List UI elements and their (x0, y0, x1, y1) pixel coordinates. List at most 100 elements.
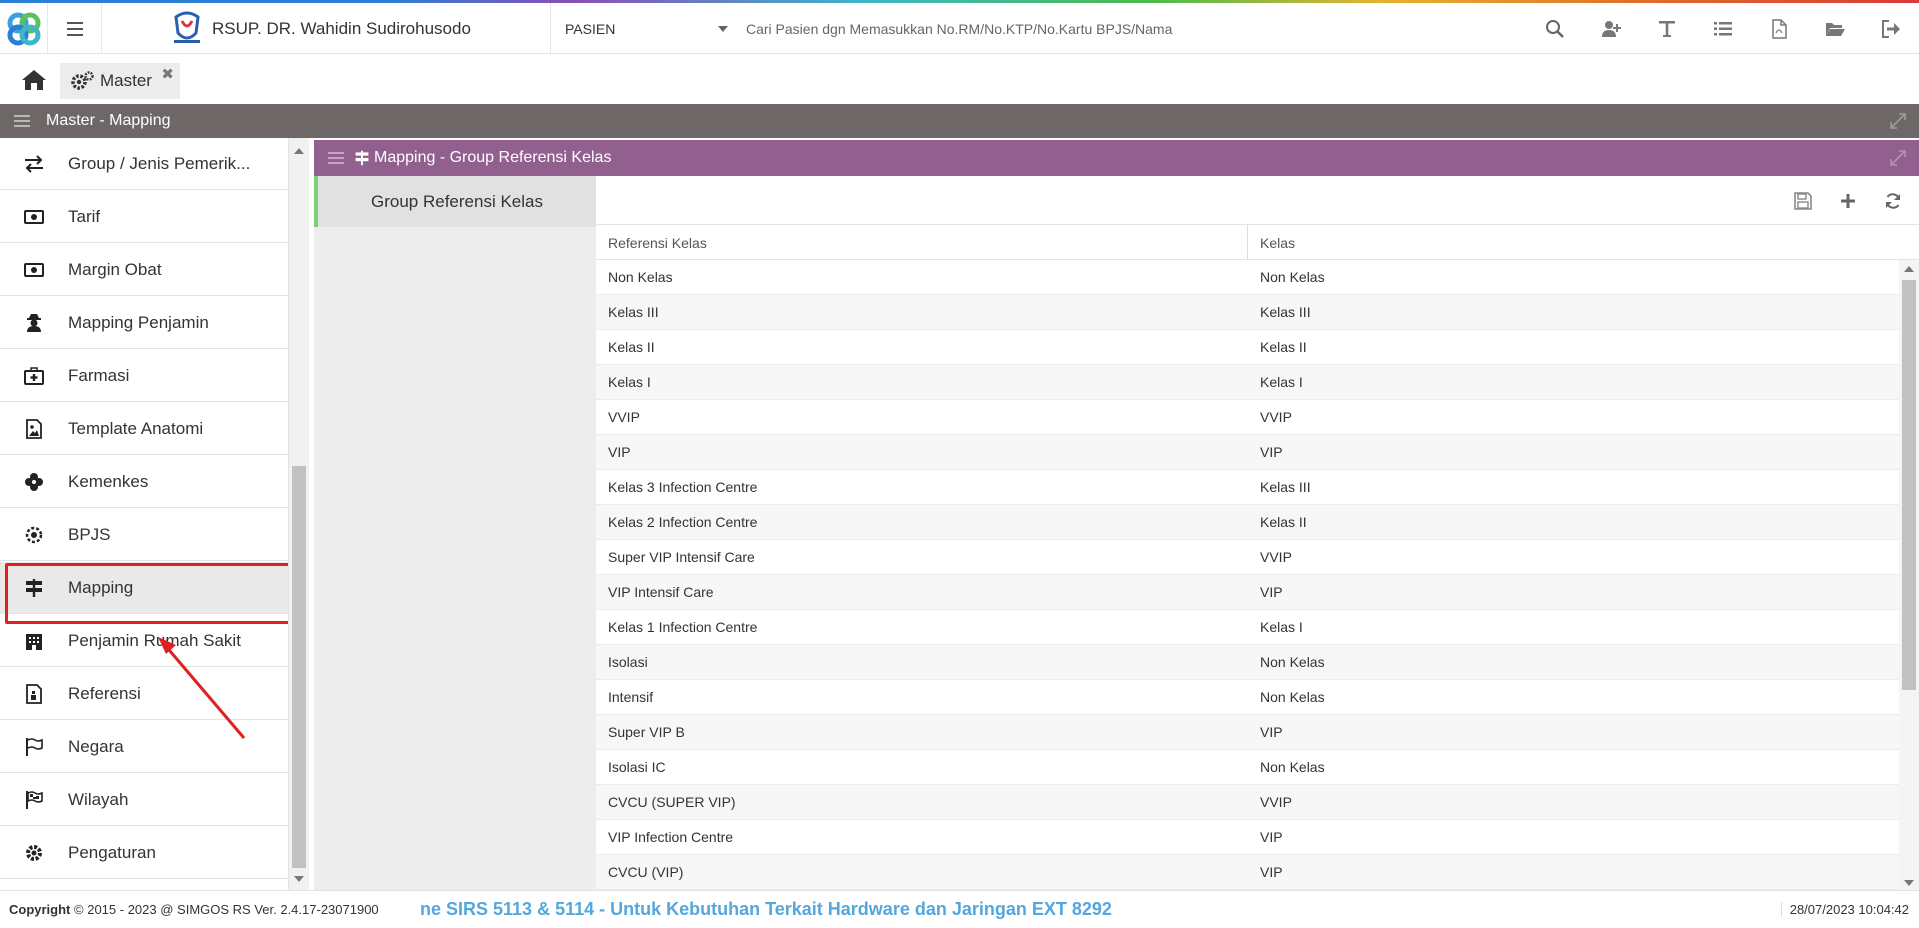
sidebar-item-group-jenis[interactable]: Group / Jenis Pemerik... (0, 138, 288, 190)
cell-referensi-kelas: VIP Infection Centre (608, 829, 734, 845)
table-row[interactable]: Intensif Non Kelas (596, 680, 1899, 715)
table-row[interactable]: Kelas 1 Infection Centre Kelas I (596, 610, 1899, 645)
sidebar-item-kemenkes[interactable]: Kemenkes (0, 456, 288, 508)
table-row[interactable]: Isolasi IC Non Kelas (596, 750, 1899, 785)
scrollbar-thumb[interactable] (292, 466, 306, 868)
open-folder-button[interactable] (1807, 3, 1863, 54)
panel-header: Mapping - Group Referensi Kelas (314, 140, 1919, 176)
hospital-name: RSUP. DR. Wahidin Sudirohusodo (212, 18, 471, 38)
folder-open-icon (1826, 22, 1845, 36)
sidebar-item-label: Margin Obat (68, 259, 162, 279)
sign-out-button[interactable] (1863, 3, 1919, 54)
panel-subnav: Group Referensi Kelas (314, 176, 596, 890)
home-tab[interactable] (12, 63, 56, 97)
cell-referensi-kelas: Kelas I (608, 374, 651, 390)
expand-icon[interactable] (1889, 112, 1907, 130)
scroll-down-icon[interactable] (1904, 880, 1914, 886)
scrollbar-thumb[interactable] (1902, 280, 1916, 690)
column-header-referensi-kelas[interactable]: Referensi Kelas (596, 225, 1248, 260)
tab-master[interactable]: Master ✖ (60, 63, 180, 99)
sidebar-item-negara[interactable]: Negara (0, 721, 288, 773)
sidebar-item-label: Referensi (68, 683, 141, 703)
sidebar-item-tarif[interactable]: Tarif (0, 191, 288, 243)
patient-type-select[interactable]: PASIEN (551, 3, 736, 54)
table-row[interactable]: Isolasi Non Kelas (596, 645, 1899, 680)
hamburger-icon[interactable] (328, 152, 344, 164)
table-row[interactable]: Super VIP B VIP (596, 715, 1899, 750)
hospital-brand: RSUP. DR. Wahidin Sudirohusodo (102, 3, 551, 54)
table-row[interactable]: VIP Infection Centre VIP (596, 820, 1899, 855)
sidebar-item-penjamin-rs[interactable]: Penjamin Rumah Sakit (0, 615, 288, 667)
copyright-text: Copyright © 2015 - 2023 @ SIMGOS RS Ver.… (9, 902, 379, 917)
exchange-icon (25, 154, 43, 173)
search-button[interactable] (1527, 3, 1583, 54)
money-icon (24, 209, 44, 224)
cell-kelas: VVIP (1260, 409, 1292, 425)
building-icon (26, 633, 42, 650)
menu-toggle-button[interactable] (48, 3, 102, 54)
sidebar-item-referensi[interactable]: Referensi (0, 668, 288, 720)
table-row[interactable]: VIP VIP (596, 435, 1899, 470)
scroll-down-icon[interactable] (294, 876, 304, 882)
sidebar-item-mapping-penjamin[interactable]: Mapping Penjamin (0, 297, 288, 349)
gears-icon (71, 71, 94, 90)
table-row[interactable]: Kelas I Kelas I (596, 365, 1899, 400)
sign-out-icon (1882, 19, 1900, 38)
sidebar-item-pengaturan[interactable]: Pengaturan (0, 827, 288, 879)
list-icon (1714, 21, 1732, 35)
table-row[interactable]: Kelas II Kelas II (596, 330, 1899, 365)
sidebar-item-wilayah[interactable]: Wilayah (0, 774, 288, 826)
sidebar-item-bpjs[interactable]: BPJS (0, 509, 288, 561)
sidebar-item-margin-obat[interactable]: Margin Obat (0, 244, 288, 296)
app-logo[interactable] (0, 3, 48, 54)
search-icon (1546, 19, 1564, 38)
expand-icon[interactable] (1889, 149, 1907, 167)
refresh-button[interactable] (1881, 189, 1905, 213)
section-header: Master - Mapping (0, 104, 1919, 138)
sidebar-item-mapping[interactable]: Mapping (0, 562, 288, 624)
close-icon[interactable]: ✖ (161, 65, 174, 83)
table-row[interactable]: Non Kelas Non Kelas (596, 260, 1899, 295)
subnav-item-group-referensi-kelas[interactable]: Group Referensi Kelas (314, 176, 596, 227)
table-row[interactable]: VIP Intensif Care VIP (596, 575, 1899, 610)
hamburger-icon[interactable] (14, 115, 30, 127)
add-button[interactable] (1836, 189, 1860, 213)
patient-search-input[interactable] (746, 13, 1526, 45)
table-row[interactable]: Kelas 2 Infection Centre Kelas II (596, 505, 1899, 540)
pdf-button[interactable] (1751, 3, 1807, 54)
table-row[interactable]: CVCU (SUPER VIP) VVIP (596, 785, 1899, 820)
tab-bar: Master ✖ (0, 55, 1919, 104)
cell-referensi-kelas: Super VIP B (608, 724, 685, 740)
scroll-up-icon[interactable] (1904, 266, 1914, 272)
cell-referensi-kelas: Non Kelas (608, 269, 673, 285)
cell-kelas: VIP (1260, 444, 1283, 460)
column-header-kelas[interactable]: Kelas (1248, 225, 1888, 260)
text-button[interactable] (1639, 3, 1695, 54)
sidebar-item-farmasi[interactable]: Farmasi (0, 350, 288, 402)
table-row[interactable]: VVIP VVIP (596, 400, 1899, 435)
cell-referensi-kelas: Kelas 3 Infection Centre (608, 479, 758, 495)
grid-scrollbar[interactable] (1899, 260, 1919, 890)
save-button[interactable] (1791, 189, 1815, 213)
table-row[interactable]: Kelas 3 Infection Centre Kelas III (596, 470, 1899, 505)
copyright-version: 2015 - 2023 @ SIMGOS RS Ver. 2.4.17-2307… (87, 902, 379, 917)
scroll-up-icon[interactable] (294, 148, 304, 154)
sidebar-item-template-anatomi[interactable]: Template Anatomi (0, 403, 288, 455)
sidebar-item-label: Tarif (68, 206, 101, 226)
table-row[interactable]: Kelas III Kelas III (596, 295, 1899, 330)
cell-kelas: Kelas II (1260, 339, 1307, 355)
add-user-button[interactable] (1583, 3, 1639, 54)
table-row[interactable]: CVCU (VIP) VIP (596, 855, 1899, 890)
pinwheel-icon (25, 472, 43, 491)
patient-type-value: PASIEN (565, 20, 616, 37)
list-button[interactable] (1695, 3, 1751, 54)
hamburger-icon (66, 21, 83, 36)
cell-referensi-kelas: Kelas 1 Infection Centre (608, 619, 758, 635)
sidebar-item-label: Mapping Penjamin (68, 312, 209, 332)
sidebar-item-label: Negara (68, 736, 124, 756)
table-row[interactable]: Super VIP Intensif Care VVIP (596, 540, 1899, 575)
cell-referensi-kelas: CVCU (SUPER VIP) (608, 794, 736, 810)
sidebar-scrollbar[interactable] (289, 138, 309, 890)
cell-kelas: Non Kelas (1260, 759, 1325, 775)
sidebar-item-label: Template Anatomi (68, 418, 204, 438)
